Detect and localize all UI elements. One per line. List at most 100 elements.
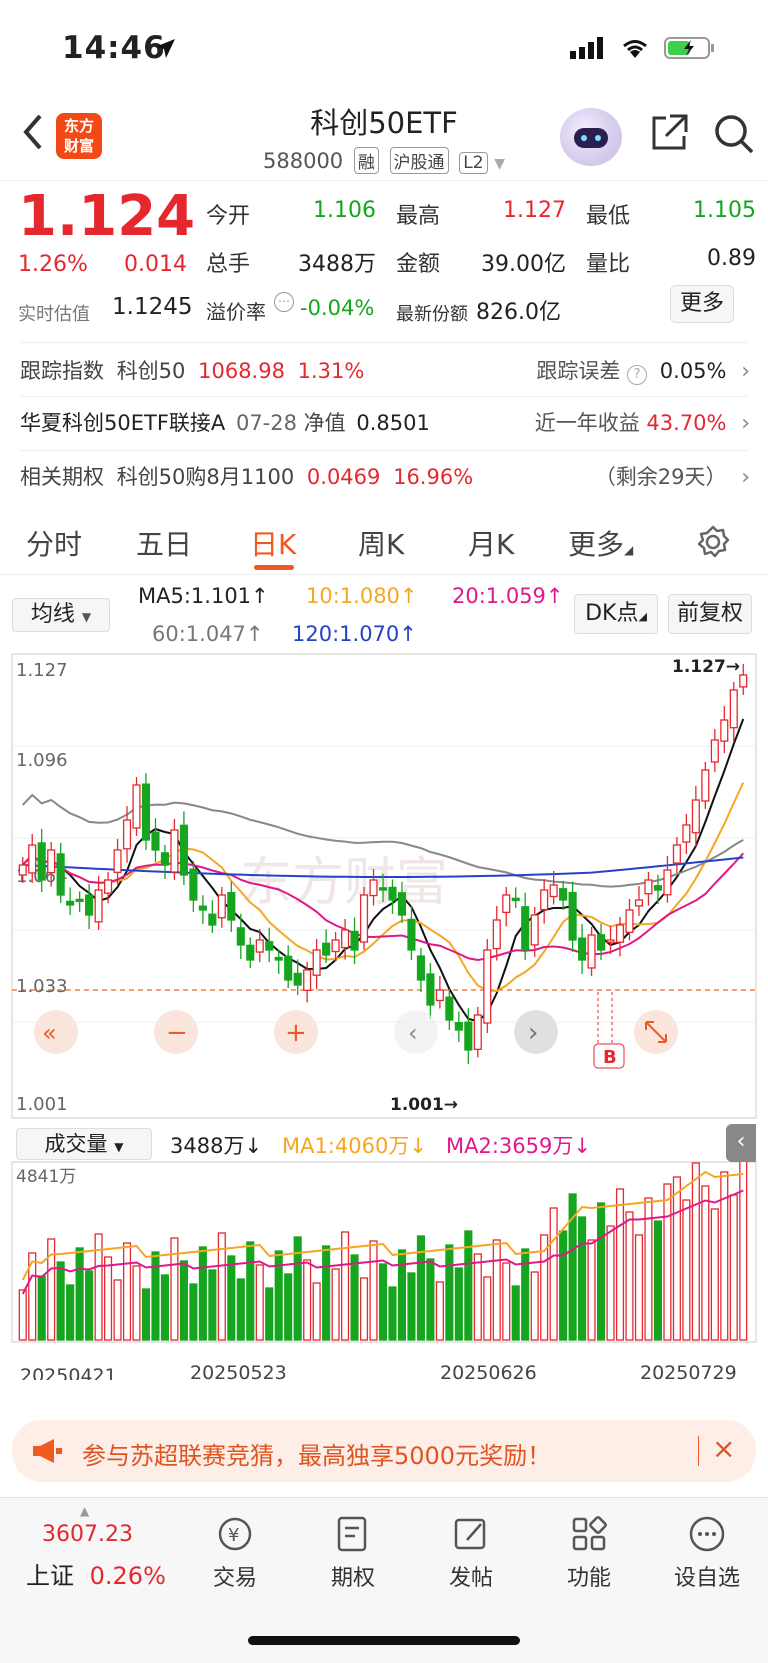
chevron-right-icon: ›: [741, 359, 750, 384]
ma-select[interactable]: 均线 ▼: [12, 598, 110, 632]
tab-weekly-k[interactable]: 周K: [358, 523, 404, 563]
candle: [701, 769, 710, 802]
candle: [293, 972, 302, 986]
candle: [66, 900, 75, 906]
help-icon[interactable]: ?: [627, 365, 648, 385]
tracking-row[interactable]: 跟踪指数 科创50 1068.98 1.31% 跟踪误差 ? 0.05% ›: [20, 352, 750, 388]
index-ticker[interactable]: 上证 0.26%: [26, 1556, 166, 1591]
index-value[interactable]: 3607.23: [42, 1522, 133, 1547]
volume-bar: [255, 1264, 264, 1341]
share-icon[interactable]: [648, 112, 690, 158]
volume-bar: [284, 1273, 293, 1341]
candle: [644, 879, 653, 895]
volume-bar: [701, 1185, 710, 1341]
tab-five-day[interactable]: 五日: [136, 523, 192, 563]
track-pct: 1.31%: [297, 359, 365, 383]
options-icon: [337, 1516, 367, 1552]
zoom-in-button[interactable]: +: [274, 1010, 318, 1054]
volume-bar: [141, 1288, 151, 1341]
volume-bar: [578, 1216, 587, 1341]
option-pct: 16.96%: [393, 465, 474, 489]
dk-point-button[interactable]: DK点◢: [574, 594, 658, 634]
candle: [587, 934, 596, 969]
candle: [350, 930, 359, 951]
kline-chart[interactable]: 东方财富 1.127 1.096 1.064 1.033 1.001 1.127…: [0, 650, 768, 1380]
option-price: 0.0469: [306, 465, 381, 489]
volume-bar: [369, 1240, 378, 1341]
nav-functions[interactable]: 功能: [544, 1514, 634, 1592]
nav-watchlist[interactable]: 设自选: [662, 1514, 752, 1592]
svg-text:‹: ‹: [408, 1019, 418, 1047]
volume-bar: [359, 1277, 369, 1341]
candle: [407, 918, 416, 951]
nav-options[interactable]: 期权: [308, 1514, 398, 1592]
svg-text:¥: ¥: [228, 1525, 239, 1546]
candle: [28, 844, 37, 874]
volume-bar: [104, 1256, 113, 1341]
shares-label: 最新份额: [396, 304, 468, 325]
fullscreen-button[interactable]: [634, 1010, 678, 1054]
search-icon[interactable]: [712, 112, 756, 160]
volume-bar: [265, 1287, 274, 1341]
dropdown-icon[interactable]: ▼: [494, 156, 505, 172]
candle: [606, 939, 615, 943]
candle: [331, 939, 340, 953]
tab-more[interactable]: 更多◢: [568, 523, 633, 563]
candle: [464, 1021, 473, 1051]
settings-icon[interactable]: [696, 525, 730, 563]
volume-select[interactable]: 成交量 ▼: [16, 1128, 152, 1160]
prev-button[interactable]: ‹: [394, 1010, 438, 1054]
volume-bar: [113, 1279, 122, 1341]
shares-value: 826.0亿: [476, 300, 561, 325]
volume-bar: [672, 1176, 681, 1341]
candle: [378, 887, 388, 891]
volume-max: 4841万: [16, 1167, 76, 1187]
volume-bar: [615, 1188, 625, 1341]
volume-bar: [634, 1234, 644, 1341]
volume-bar: [122, 1242, 132, 1341]
nav-trade[interactable]: ¥ 交易: [190, 1514, 280, 1592]
volume-bar: [132, 1265, 141, 1341]
scroll-left-button[interactable]: «: [34, 1010, 78, 1054]
volume-bar: [303, 1259, 312, 1341]
tab-monthly-k[interactable]: 月K: [468, 523, 514, 563]
collapse-panel-button[interactable]: ‹: [726, 1124, 756, 1162]
candle: [540, 889, 549, 911]
nav-value: 0.8501: [356, 411, 430, 435]
open-value: 1.106: [313, 198, 376, 223]
adjust-button[interactable]: 前复权: [668, 594, 752, 634]
volume-bar: [236, 1278, 245, 1341]
volume-bar: [435, 1281, 444, 1341]
stock-code: 588000: [263, 149, 344, 173]
more-button[interactable]: 更多: [670, 285, 734, 323]
candle: [341, 929, 350, 949]
banner-close-button[interactable]: ×: [712, 1432, 735, 1465]
linked-fund-row[interactable]: 华夏科创50ETF联接A 07-28 净值 0.8501 近一年收益 43.70…: [20, 404, 750, 440]
candle: [246, 944, 255, 961]
volume-bar: [56, 1261, 65, 1341]
watermark: 东方财富: [240, 853, 448, 913]
nav-post[interactable]: 发帖: [426, 1514, 516, 1592]
vol-ma1: MA1:4060万↓: [282, 1134, 427, 1158]
option-row[interactable]: 相关期权 科创50购8月1100 0.0469 16.96% （剩余29天） ›: [20, 458, 750, 494]
battery-icon: [664, 37, 714, 59]
option-name: 科创50购8月1100: [116, 465, 295, 489]
assistant-avatar[interactable]: [560, 108, 622, 166]
info-icon[interactable]: ⋯: [274, 292, 294, 312]
y-tick-4: 1.033: [16, 976, 68, 997]
volume-bar: [18, 1289, 27, 1341]
volume-bar: [587, 1239, 596, 1341]
zoom-out-button[interactable]: −: [154, 1010, 198, 1054]
candle: [37, 842, 46, 881]
candle: [75, 898, 84, 903]
next-button[interactable]: ›: [514, 1010, 558, 1054]
expand-up-icon[interactable]: ▲: [80, 1504, 89, 1518]
volume-bar: [710, 1208, 719, 1341]
candle: [322, 942, 331, 956]
svg-text:B: B: [603, 1047, 617, 1068]
tab-intraday[interactable]: 分时: [26, 523, 82, 563]
y-tick-1: 1.127: [16, 660, 68, 681]
tab-daily-k[interactable]: 日K: [250, 523, 296, 563]
candle: [663, 869, 672, 896]
volume-ratio-label: 量比: [586, 252, 631, 277]
